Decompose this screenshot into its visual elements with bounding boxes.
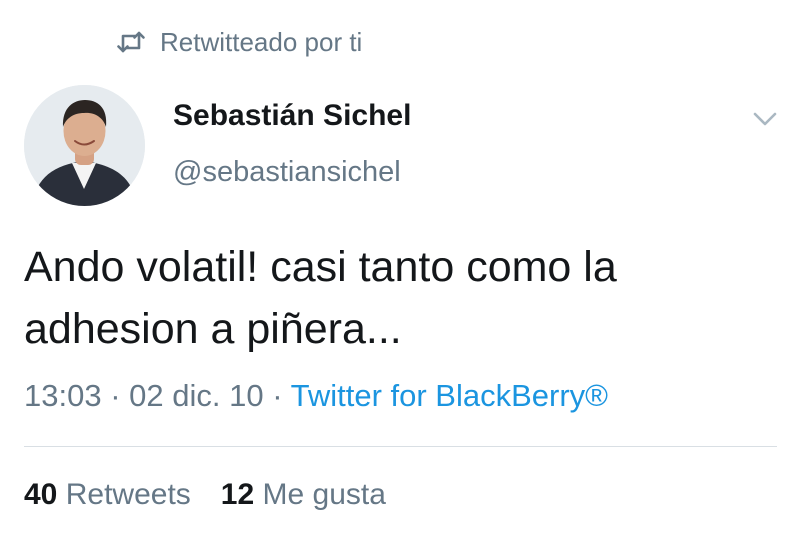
- retweet-context: Retwitteado por ti: [116, 22, 362, 62]
- tweet-source-link[interactable]: Twitter for BlackBerry®: [291, 378, 608, 413]
- tweet-time: 13:03: [24, 378, 102, 413]
- chevron-down-icon[interactable]: [750, 104, 780, 134]
- likes-stat[interactable]: 12 Me gusta: [221, 478, 386, 512]
- tweet-text-line: adhesion a piñera...: [24, 305, 402, 353]
- tweet-date: 02 dic. 10: [129, 378, 264, 413]
- retweets-count: 40: [24, 478, 58, 511]
- likes-label: Me gusta: [262, 478, 386, 511]
- retweet-icon: [116, 29, 146, 55]
- retweet-context-label[interactable]: Retwitteado por ti: [160, 27, 362, 58]
- retweets-stat[interactable]: 40 Retweets: [24, 478, 191, 512]
- retweets-label: Retweets: [65, 478, 191, 511]
- author-display-name[interactable]: Sebastián Sichel: [173, 99, 411, 133]
- divider: [24, 446, 777, 447]
- meta-separator: ·: [110, 378, 121, 413]
- tweet-text-line: Ando volatil! casi tanto como la: [24, 243, 617, 291]
- tweet-stats: 40 Retweets 12 Me gusta: [24, 478, 386, 512]
- profile-avatar-icon: [24, 85, 145, 206]
- tweet-metadata: 13:03 · 02 dic. 10 · Twitter for BlackBe…: [24, 378, 608, 414]
- meta-separator: ·: [272, 378, 283, 413]
- likes-count: 12: [220, 478, 255, 511]
- avatar[interactable]: [24, 85, 145, 206]
- author-handle[interactable]: @sebastiansichel: [173, 156, 401, 189]
- tweet-text: Ando volatil! casi tanto como la adhesio…: [24, 236, 764, 360]
